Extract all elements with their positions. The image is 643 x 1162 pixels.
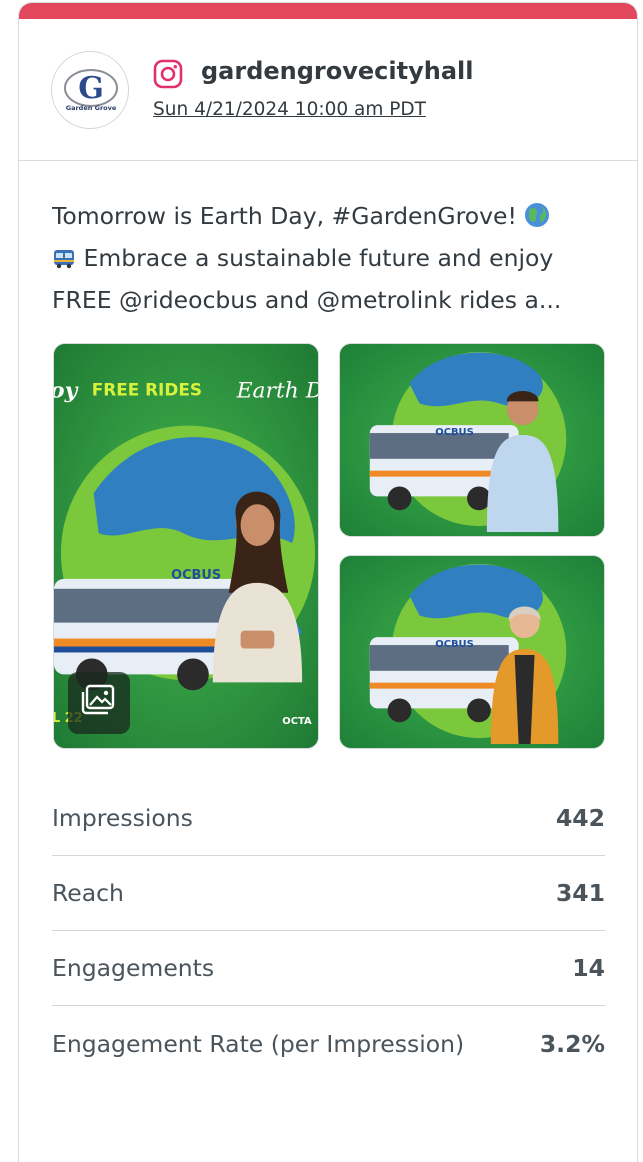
bus-icon [52,243,76,281]
svg-text:OCBUS: OCBUS [435,639,473,650]
globe-icon [524,201,550,239]
metric-engagements: Engagements 14 [52,931,605,1006]
post-metrics: Impressions 442 Reach 341 Engagements 14… [52,781,605,1081]
media-image-bottom-right[interactable]: OCBUS [339,555,605,749]
post-caption: Tomorrow is Earth Day, #GardenGrove! Emb… [52,197,608,319]
metric-label: Engagements [52,954,215,982]
svg-text:OCTA: OCTA [282,716,312,727]
post-date-link[interactable]: Sun 4/21/2024 10:00 am PDT [153,99,426,120]
metric-engagement-rate: Engagement Rate (per Impression) 3.2% [52,1006,605,1081]
metric-value: 3.2% [539,1029,605,1058]
image-gallery-icon [81,684,115,715]
metric-value: 341 [555,879,605,907]
post-card: G Garden Grove gardengrovecityhall Sun 4… [18,2,638,1162]
svg-text:oy: oy [54,378,79,404]
metric-label: Engagement Rate (per Impression) [52,1029,465,1058]
post-header: G Garden Grove gardengrovecityhall Sun 4… [19,19,637,161]
media-gallery: OCBUS oy FREE RIDES Earth D L 22 OCTA [53,343,605,749]
avatar[interactable]: G Garden Grove [51,51,129,129]
media-image-top-right[interactable]: OCBUS [339,343,605,537]
garden-grove-logo: G Garden Grove [64,69,118,112]
caption-line-1: Tomorrow is Earth Day, #GardenGrove! [52,197,608,239]
metric-impressions: Impressions 442 [52,781,605,856]
logo-letter: G [78,71,104,106]
svg-text:Earth D: Earth D [236,379,318,404]
instagram-icon [153,59,183,89]
metric-value: 14 [572,954,605,982]
account-handle[interactable]: gardengrovecityhall [201,57,473,85]
caption-line-3: FREE @rideocbus and @metrolink rides a..… [52,286,562,314]
metric-value: 442 [555,804,605,832]
caption-line-2: Embrace a sustainable future and enjoy [52,239,608,281]
svg-text:OCBUS: OCBUS [171,568,221,583]
svg-text:FREE RIDES: FREE RIDES [92,380,202,400]
media-image-main[interactable]: OCBUS oy FREE RIDES Earth D L 22 OCTA [53,343,319,749]
accent-bar [19,3,637,19]
metric-reach: Reach 341 [52,856,605,931]
metric-label: Impressions [52,804,193,832]
image-gallery-button[interactable] [68,672,130,734]
svg-text:OCBUS: OCBUS [435,427,473,438]
logo-text: Garden Grove [66,104,117,112]
metric-label: Reach [52,879,124,907]
